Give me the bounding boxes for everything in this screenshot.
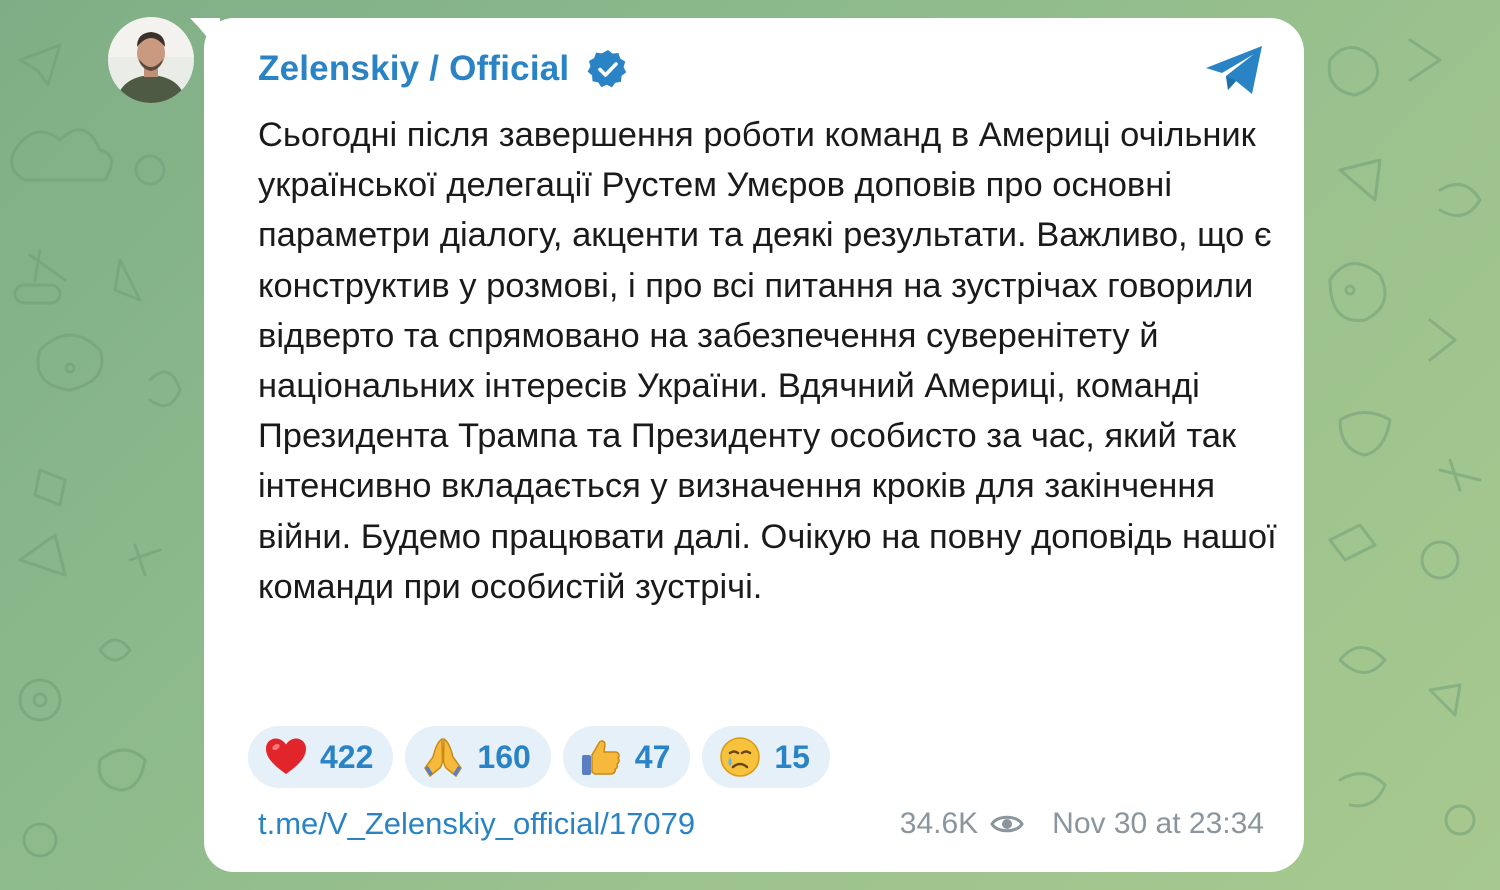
reaction-count: 47 [634, 738, 671, 775]
message-card: Zelenskiy / Official Сьогодні після заве… [204, 18, 1304, 872]
avatar-portrait [108, 17, 194, 103]
view-count: 34.6K [899, 807, 979, 840]
reaction-crying-face[interactable]: 15 [702, 726, 830, 788]
reaction-praying-hands[interactable]: 160 [405, 726, 551, 788]
reaction-count: 15 [774, 738, 810, 775]
verified-badge-icon [587, 48, 629, 90]
praying-hands-icon [421, 735, 465, 779]
message-text: Сьогодні після завершення роботи команд … [258, 116, 1277, 606]
crying-face-icon [718, 735, 762, 779]
message-timestamp: Nov 30 at 23:34 [1052, 807, 1264, 840]
thumbs-up-icon [579, 735, 623, 779]
reaction-heart[interactable]: 422 [248, 726, 394, 788]
message-meta: 34.6K Nov 30 at 23:34 [900, 807, 1264, 841]
channel-avatar[interactable] [108, 17, 194, 103]
post-link[interactable]: t.me/V_Zelenskiy_official/17079 [258, 806, 695, 842]
reaction-thumbs-up[interactable]: 47 [562, 726, 691, 788]
reactions-bar: 422 160 47 15 [248, 726, 830, 788]
message-footer: t.me/V_Zelenskiy_official/17079 34.6K No… [258, 800, 1264, 848]
heart-icon [264, 735, 308, 779]
reaction-count: 160 [477, 738, 531, 775]
eye-icon [990, 811, 1024, 837]
message-header: Zelenskiy / Official [258, 46, 629, 92]
telegram-send-icon[interactable] [1204, 44, 1266, 98]
channel-name[interactable]: Zelenskiy / Official [258, 49, 569, 89]
reaction-count: 422 [320, 738, 374, 775]
